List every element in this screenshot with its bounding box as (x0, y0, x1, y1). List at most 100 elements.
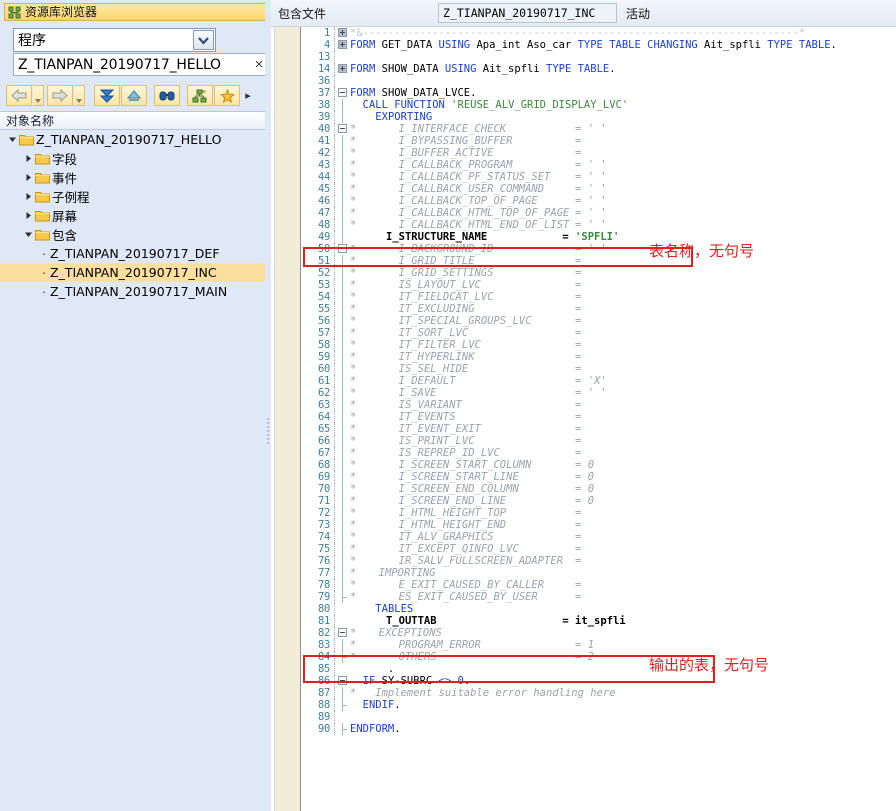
back-dropdown[interactable] (33, 85, 44, 106)
code-line[interactable]: 65 * IT_EVENT_EXIT = (302, 423, 896, 435)
collapse-all-button[interactable] (121, 85, 147, 106)
code-line[interactable]: 81 T_OUTTAB = it_spfli (302, 615, 896, 627)
tree-item-8[interactable]: · Z_TIANPAN_20190717_MAIN (0, 282, 265, 301)
tree-item-3[interactable]: 子例程 (0, 187, 265, 206)
code-line[interactable]: 83 * PROGRAM_ERROR = 1 (302, 639, 896, 651)
chevron-down-icon[interactable] (193, 30, 214, 50)
code-line[interactable]: 41 * I_BYPASSING_BUFFER = (302, 135, 896, 147)
code-lines[interactable]: 1 *&-------------------------------------… (302, 27, 896, 811)
code-line[interactable]: 14 FORM SHOW_DATA USING Ait_spfli TYPE TA… (302, 63, 896, 75)
forward-button[interactable] (47, 85, 73, 106)
code-line[interactable]: 13 (302, 51, 896, 63)
toolbar-more-button[interactable]: ▸ (241, 89, 255, 102)
code-line[interactable]: 89 (302, 711, 896, 723)
code-line[interactable]: 37 FORM SHOW_DATA_LVCE. (302, 87, 896, 99)
code-line[interactable]: 57 * IT_SORT_LVC = (302, 327, 896, 339)
expand-all-button[interactable] (94, 85, 120, 106)
editor-object-name-field[interactable]: Z_TIANPAN_20190717_INC (438, 3, 617, 23)
fold-collapse-icon[interactable] (338, 88, 347, 97)
code-line[interactable]: 59 * IT_HYPERLINK = (302, 351, 896, 363)
triangle-right-icon[interactable] (22, 187, 34, 206)
code-line[interactable]: 1 *&-------------------------------------… (302, 27, 896, 39)
code-line[interactable]: 76 * IR_SALV_FULLSCREEN_ADAPTER = (302, 555, 896, 567)
code-line[interactable]: 62 * I_SAVE = ' ' (302, 387, 896, 399)
code-line[interactable]: 36 (302, 75, 896, 87)
code-line[interactable]: 73 * I_HTML_HEIGHT_END = (302, 519, 896, 531)
code-line[interactable]: 69 * I_SCREEN_START_LINE = 0 (302, 471, 896, 483)
code-line[interactable]: 60 * IS_SEL_HIDE = (302, 363, 896, 375)
code-line[interactable]: 87 * Implement suitable error handling he… (302, 687, 896, 699)
tree-item-4[interactable]: 屏幕 (0, 206, 265, 225)
code-line[interactable]: 66 * IS_PRINT_LVC = (302, 435, 896, 447)
code-line[interactable]: 52 * I_GRID_SETTINGS = (302, 267, 896, 279)
code-line[interactable]: 75 * IT_EXCEPT_QINFO_LVC = (302, 543, 896, 555)
code-line[interactable]: 48 * I_CALLBACK_HTML_END_OF_LIST = ' ' (302, 219, 896, 231)
code-line[interactable]: 40 * I_INTERFACE_CHECK = ' ' (302, 123, 896, 135)
fold-collapse-icon[interactable] (338, 628, 347, 637)
code-line[interactable]: 67 * IS_REPREP_ID_LVC = (302, 447, 896, 459)
code-line[interactable]: 53 * IS_LAYOUT_LVC = (302, 279, 896, 291)
code-line[interactable]: 49 I_STRUCTURE_NAME = 'SPFLI' (302, 231, 896, 243)
code-line[interactable]: 82 * EXCEPTIONS (302, 627, 896, 639)
code-line[interactable]: 42 * I_BUFFER_ACTIVE = (302, 147, 896, 159)
tree-item-7[interactable]: · Z_TIANPAN_20190717_INC (0, 263, 265, 282)
code-line[interactable]: 44 * I_CALLBACK_PF_STATUS_SET = ' ' (302, 171, 896, 183)
code-line[interactable]: 80 TABLES (302, 603, 896, 615)
code-line[interactable]: 43 * I_CALLBACK_PROGRAM = ' ' (302, 159, 896, 171)
object-type-select[interactable]: 程序 (13, 28, 216, 52)
code-line[interactable]: 70 * I_SCREEN_END_COLUMN = 0 (302, 483, 896, 495)
code-line[interactable]: 50 * I_BACKGROUND_ID = ' ' (302, 243, 896, 255)
triangle-down-icon[interactable] (22, 225, 34, 244)
code-line[interactable]: 68 * I_SCREEN_START_COLUMN = 0 (302, 459, 896, 471)
code-line[interactable]: 85 . (302, 663, 896, 675)
code-line[interactable]: 54 * IT_FIELDCAT_LVC = (302, 291, 896, 303)
code-line[interactable]: 86 IF SY-SUBRC <> 0. (302, 675, 896, 687)
splitter-grip[interactable] (267, 418, 269, 444)
code-line[interactable]: 64 * IT_EVENTS = (302, 411, 896, 423)
code-line[interactable]: 78 * E_EXIT_CAUSED_BY_CALLER = (302, 579, 896, 591)
code-line[interactable]: 77 * IMPORTING (302, 567, 896, 579)
code-line[interactable]: 79 * ES_EXIT_CAUSED_BY_USER = (302, 591, 896, 603)
code-line[interactable]: 88 ENDIF. (302, 699, 896, 711)
code-line[interactable]: 38 CALL FUNCTION 'REUSE_ALV_GRID_DISPLAY… (302, 99, 896, 111)
favorites-button[interactable] (214, 85, 240, 106)
object-tree[interactable]: Z_TIANPAN_20190717_HELLO 字段 事件 子例程 屏幕 包含 · Z_TI… (0, 130, 265, 811)
code-line[interactable]: 72 * I_HTML_HEIGHT_TOP = (302, 507, 896, 519)
triangle-right-icon[interactable] (22, 168, 34, 187)
code-line[interactable]: 58 * IT_FILTER_LVC = (302, 339, 896, 351)
fold-expand-icon[interactable] (338, 28, 347, 37)
fold-expand-icon[interactable] (338, 64, 347, 73)
triangle-right-icon[interactable] (22, 206, 34, 225)
code-line[interactable]: 56 * IT_SPECIAL_GROUPS_LVC = (302, 315, 896, 327)
find-button[interactable] (154, 85, 180, 106)
code-editor[interactable]: 1 *&-------------------------------------… (271, 27, 896, 811)
code-line[interactable]: 74 * IT_ALV_GRAPHICS = (302, 531, 896, 543)
fold-expand-icon[interactable] (338, 40, 347, 49)
code-line[interactable]: 4 FORM GET_DATA USING Apa_int Aso_car TYP… (302, 39, 896, 51)
tree-item-5[interactable]: 包含 (0, 225, 265, 244)
code-line[interactable]: 51 * I_GRID_TITLE = (302, 255, 896, 267)
forward-dropdown[interactable] (74, 85, 85, 106)
code-line[interactable]: 46 * I_CALLBACK_TOP_OF_PAGE = ' ' (302, 195, 896, 207)
fold-collapse-icon[interactable] (338, 124, 347, 133)
fold-collapse-icon[interactable] (338, 676, 347, 685)
code-line[interactable]: 55 * IT_EXCLUDING = (302, 303, 896, 315)
code-line[interactable]: 61 * I_DEFAULT = 'X' (302, 375, 896, 387)
tree-item-2[interactable]: 事件 (0, 168, 265, 187)
triangle-right-icon[interactable] (22, 149, 34, 168)
code-line[interactable]: 45 * I_CALLBACK_USER_COMMAND = ' ' (302, 183, 896, 195)
code-line[interactable]: 90 ENDFORM. (302, 723, 896, 735)
fold-collapse-icon[interactable] (338, 244, 347, 253)
code-line[interactable]: 71 * I_SCREEN_END_LINE = 0 (302, 495, 896, 507)
code-line[interactable]: 47 * I_CALLBACK_HTML_TOP_OF_PAGE = ' ' (302, 207, 896, 219)
tree-item-1[interactable]: 字段 (0, 149, 265, 168)
object-name-input[interactable]: Z_TIANPAN_20190717_HELLO × (13, 53, 271, 76)
tree-item-6[interactable]: · Z_TIANPAN_20190717_DEF (0, 244, 265, 263)
code-line[interactable]: 39 EXPORTING (302, 111, 896, 123)
back-button[interactable] (6, 85, 32, 106)
triangle-down-icon[interactable] (6, 130, 18, 149)
tree-item-0[interactable]: Z_TIANPAN_20190717_HELLO (0, 130, 265, 149)
code-line[interactable]: 84 * OTHERS = 2 (302, 651, 896, 663)
hierarchy-plus-button[interactable] (187, 85, 213, 106)
code-line[interactable]: 63 * IS_VARIANT = (302, 399, 896, 411)
